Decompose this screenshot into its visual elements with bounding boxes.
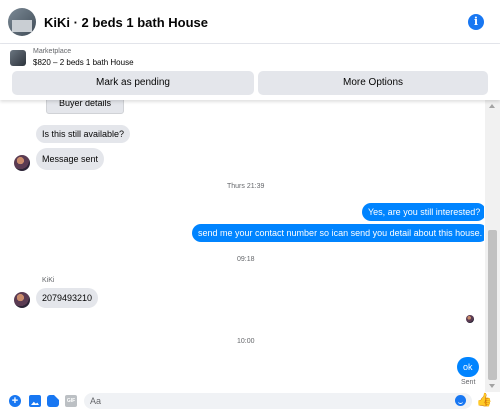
image-icon[interactable] bbox=[29, 395, 41, 407]
message-composer: + GIF 👍 bbox=[0, 392, 500, 410]
seen-indicator-avatar bbox=[466, 315, 474, 323]
timestamp: Thurs 21:39 bbox=[227, 183, 265, 190]
listing-thumbnail[interactable] bbox=[10, 50, 26, 66]
message-bubble-outgoing[interactable]: ok bbox=[457, 357, 479, 377]
emoji-icon[interactable] bbox=[455, 395, 466, 406]
sent-status: Sent bbox=[461, 379, 476, 386]
thread-scrollbar[interactable] bbox=[485, 100, 500, 392]
info-icon[interactable]: i bbox=[468, 14, 484, 30]
message-input[interactable] bbox=[84, 393, 472, 409]
conversation-title[interactable]: KiKi · 2 beds 1 bath House bbox=[44, 15, 208, 30]
scrollbar-thumb[interactable] bbox=[488, 230, 497, 380]
thumbs-up-icon[interactable]: 👍 bbox=[476, 393, 492, 407]
sender-name: KiKi bbox=[42, 277, 55, 284]
buyer-details-button[interactable]: Buyer details bbox=[46, 100, 124, 114]
message-bubble-incoming[interactable]: 2079493210 bbox=[36, 288, 99, 308]
plus-icon[interactable]: + bbox=[9, 395, 21, 407]
marketplace-label: Marketplace bbox=[33, 48, 72, 55]
sender-avatar[interactable] bbox=[14, 292, 30, 308]
listing-price-title[interactable]: $820 – 2 beds 1 bath House bbox=[33, 58, 134, 67]
mark-as-pending-button[interactable]: Mark as pending bbox=[12, 71, 254, 95]
scroll-down-arrow-icon[interactable] bbox=[489, 384, 495, 388]
scroll-up-arrow-icon[interactable] bbox=[489, 104, 495, 108]
conversation-header: KiKi · 2 beds 1 bath House i bbox=[0, 0, 500, 44]
sticker-icon[interactable] bbox=[47, 395, 59, 407]
message-bubble-incoming[interactable]: Is this still available? bbox=[36, 125, 131, 143]
message-bubble-outgoing[interactable]: Yes, are you still interested? bbox=[362, 203, 484, 221]
message-bubble-outgoing[interactable]: send me your contact number so ican send… bbox=[192, 224, 484, 242]
message-thread[interactable]: Buyer details Is this still available? M… bbox=[0, 100, 484, 392]
sender-avatar[interactable] bbox=[14, 155, 30, 171]
listing-panel: Marketplace $820 – 2 beds 1 bath House M… bbox=[0, 44, 500, 100]
listing-avatar[interactable] bbox=[8, 8, 36, 36]
timestamp: 09:18 bbox=[237, 256, 255, 263]
gif-icon[interactable]: GIF bbox=[65, 395, 77, 407]
more-options-button[interactable]: More Options bbox=[258, 71, 488, 95]
timestamp: 10:00 bbox=[237, 338, 255, 345]
message-bubble-incoming[interactable]: Message sent bbox=[36, 148, 105, 170]
